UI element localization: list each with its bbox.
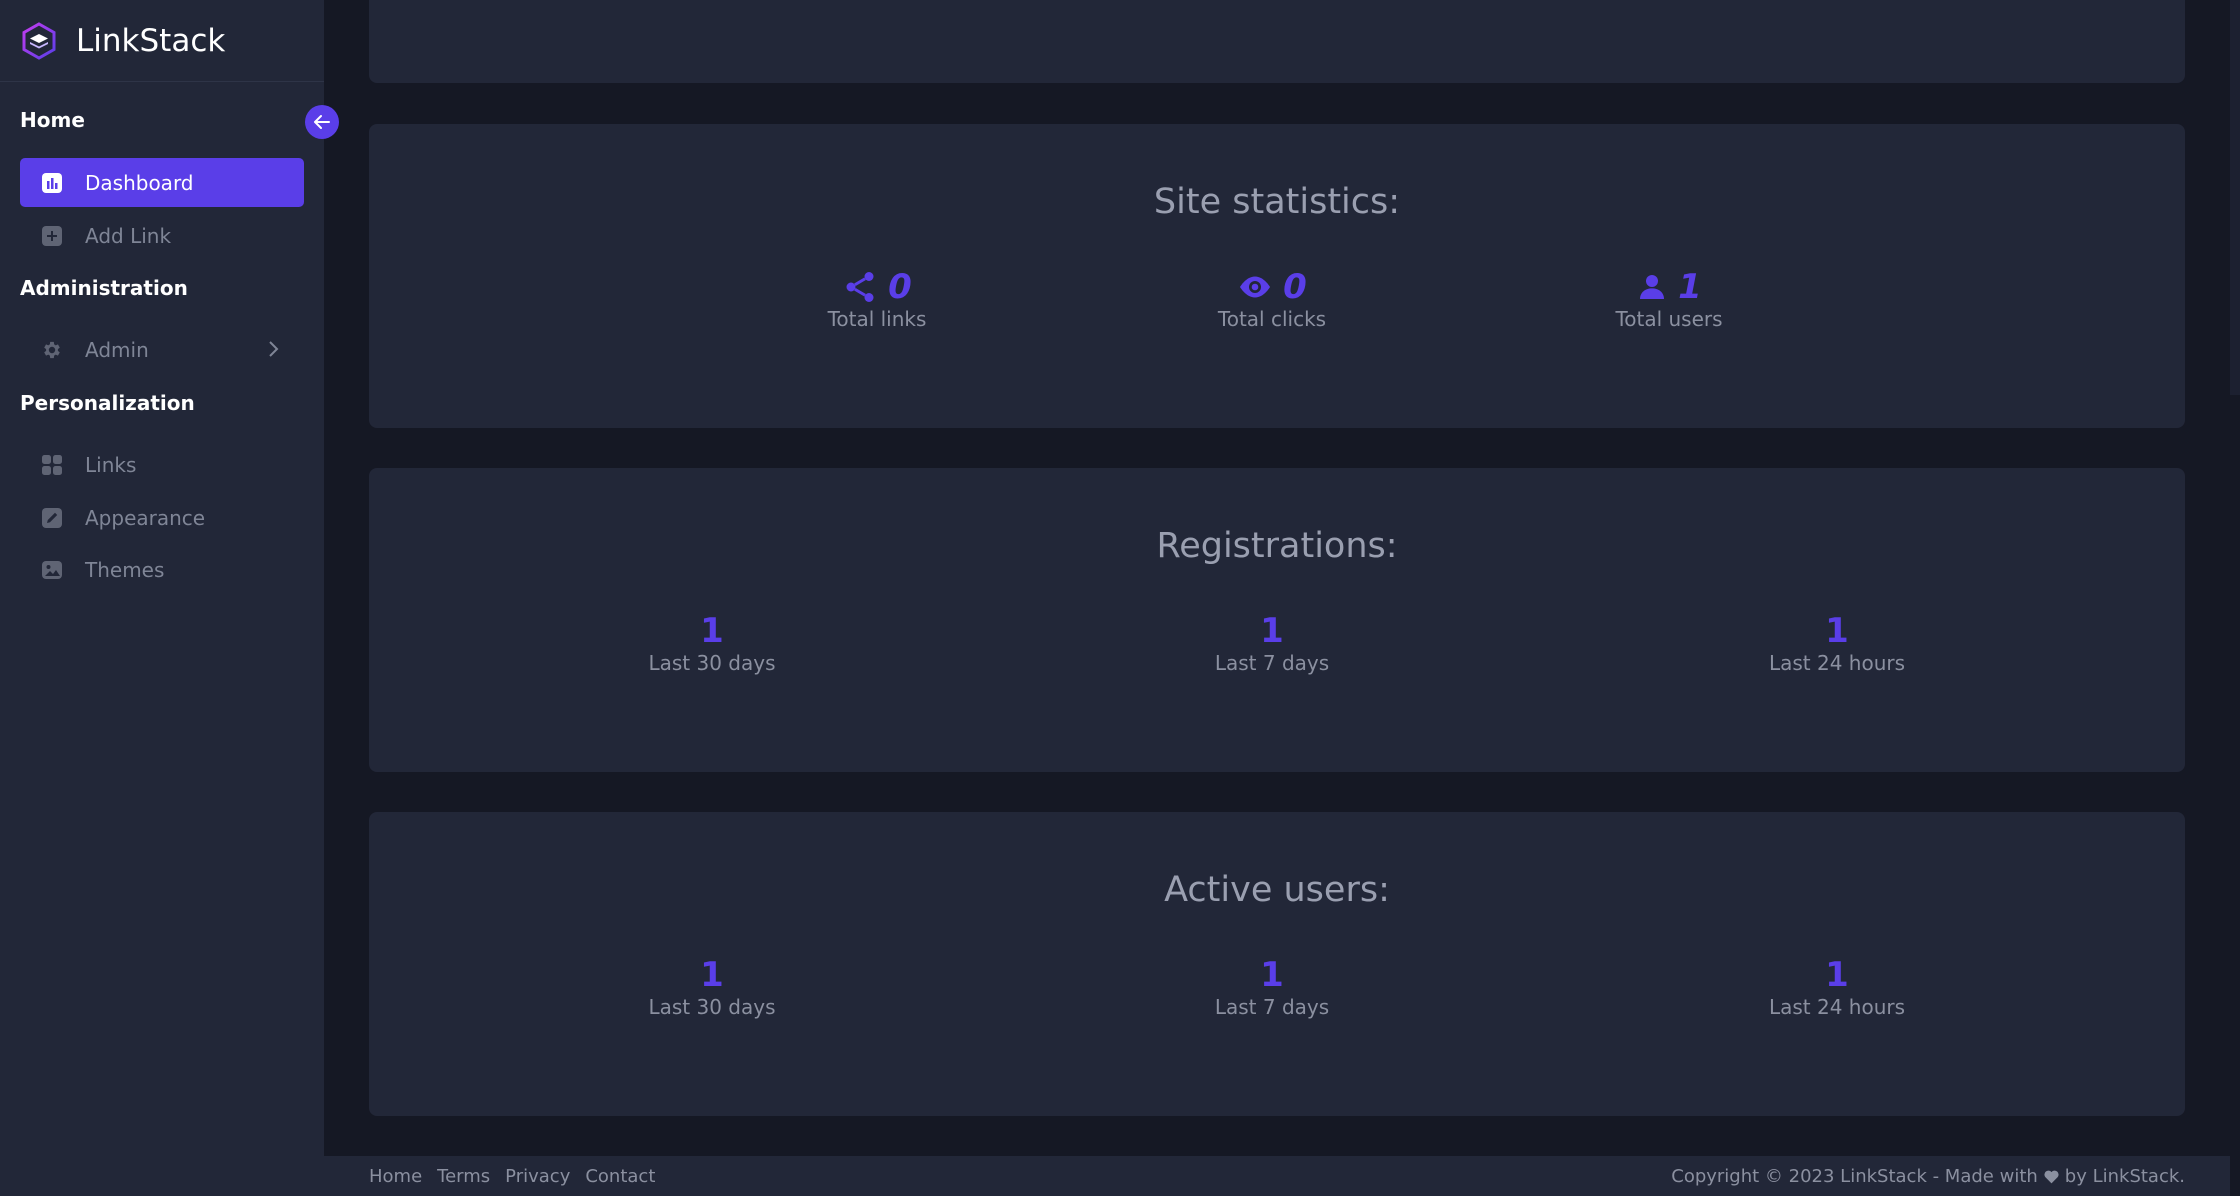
card-title: Registrations: — [1156, 526, 1398, 566]
chart-icon — [41, 172, 63, 194]
footer-link-contact[interactable]: Contact — [585, 1166, 655, 1187]
site-statistics-card: Site statistics: 0 Total links 0 Total c… — [369, 124, 2185, 428]
stat-registrations-30-days: 1 Last 30 days — [512, 611, 912, 675]
sidebar: LinkStack Home Dashboard Add Link Admini… — [0, 0, 324, 1196]
stat-value: 1 — [1825, 611, 1849, 651]
user-icon — [1636, 271, 1668, 303]
section-personalization: Personalization — [20, 391, 195, 415]
grid-icon — [41, 454, 63, 476]
stat-registrations-24-hours: 1 Last 24 hours — [1637, 611, 2037, 675]
sidebar-item-label: Appearance — [85, 505, 206, 530]
card-title: Active users: — [1164, 870, 1390, 910]
eye-icon — [1237, 269, 1273, 305]
stat-label: Total links — [827, 307, 927, 331]
stat-active-7-days: 1 Last 7 days — [1072, 955, 1472, 1019]
stat-value: 1 — [1260, 955, 1284, 995]
brand-name: LinkStack — [76, 22, 226, 59]
heart-icon — [2043, 1169, 2060, 1184]
share-icon — [842, 269, 878, 305]
stat-label: Last 24 hours — [1768, 651, 1906, 675]
sidebar-toggle-button[interactable] — [305, 105, 339, 139]
stat-label: Total clicks — [1217, 307, 1327, 331]
section-administration: Administration — [20, 276, 188, 300]
stat-total-clicks: 0 Total clicks — [1072, 267, 1472, 331]
sidebar-item-label: Dashboard — [85, 170, 194, 195]
stat-value: 1 — [1825, 955, 1849, 995]
stat-registrations-7-days: 1 Last 7 days — [1072, 611, 1472, 675]
stat-value: 1 — [700, 955, 724, 995]
stat-label: Last 30 days — [648, 995, 776, 1019]
stat-label: Last 7 days — [1214, 651, 1330, 675]
stat-label: Last 30 days — [648, 651, 776, 675]
stat-label: Last 7 days — [1214, 995, 1330, 1019]
active-users-card: Active users: 1 Last 30 days 1 Last 7 da… — [369, 812, 2185, 1116]
image-icon — [41, 559, 63, 581]
sidebar-item-label: Themes — [85, 557, 165, 582]
footer-link-terms[interactable]: Terms — [437, 1166, 490, 1187]
sidebar-item-dashboard[interactable]: Dashboard — [20, 158, 304, 207]
stat-active-24-hours: 1 Last 24 hours — [1637, 955, 2037, 1019]
section-home: Home — [20, 108, 85, 132]
partial-card — [369, 0, 2185, 83]
linkstack-logo-icon — [20, 21, 58, 60]
scrollbar-thumb[interactable] — [2230, 0, 2240, 395]
stat-label: Last 24 hours — [1768, 995, 1906, 1019]
card-title: Site statistics: — [1153, 182, 1401, 222]
edit-icon — [41, 507, 63, 529]
sidebar-item-links[interactable]: Links — [20, 440, 304, 489]
stat-label: Total users — [1615, 307, 1723, 331]
stat-active-30-days: 1 Last 30 days — [512, 955, 912, 1019]
sidebar-item-label: Links — [85, 452, 137, 477]
copyright-suffix: by LinkStack. — [2064, 1166, 2185, 1187]
brand[interactable]: LinkStack — [0, 0, 324, 82]
sidebar-item-label: Admin — [85, 337, 149, 362]
registrations-card: Registrations: 1 Last 30 days 1 Last 7 d… — [369, 468, 2185, 772]
sidebar-item-appearance[interactable]: Appearance — [20, 493, 304, 542]
footer-link-home[interactable]: Home — [369, 1166, 422, 1187]
stat-value: 0 — [888, 267, 912, 307]
footer-links: Home Terms Privacy Contact — [369, 1166, 670, 1187]
copyright: Copyright © 2023 LinkStack - Made with b… — [1671, 1166, 2185, 1187]
copyright-prefix: Copyright © 2023 LinkStack - Made with — [1671, 1166, 2038, 1187]
stat-value: 0 — [1283, 267, 1307, 307]
stat-total-users: 1 Total users — [1469, 267, 1869, 331]
stat-value: 1 — [700, 611, 724, 651]
chevron-right-icon — [268, 340, 280, 362]
footer-link-privacy[interactable]: Privacy — [505, 1166, 570, 1187]
plus-square-icon — [41, 225, 63, 247]
gear-icon — [41, 339, 63, 361]
stat-value: 1 — [1260, 611, 1284, 651]
arrow-left-icon — [313, 114, 331, 130]
stat-value: 1 — [1678, 267, 1702, 307]
scrollbar[interactable] — [2230, 0, 2240, 1196]
sidebar-item-add-link[interactable]: Add Link — [20, 211, 304, 260]
sidebar-item-label: Add Link — [85, 223, 172, 248]
stat-total-links: 0 Total links — [677, 267, 1077, 331]
sidebar-item-themes[interactable]: Themes — [20, 545, 304, 594]
sidebar-item-admin[interactable]: Admin — [20, 325, 304, 374]
footer: Home Terms Privacy Contact Copyright © 2… — [324, 1156, 2240, 1196]
